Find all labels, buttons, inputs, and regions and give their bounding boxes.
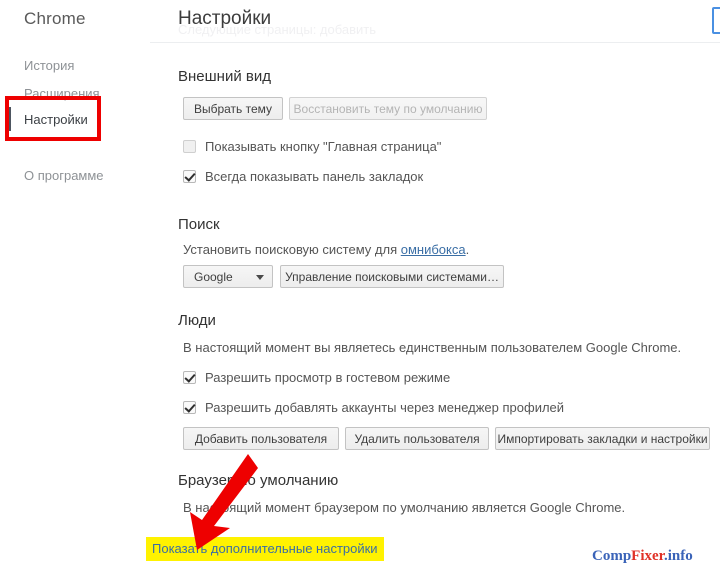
page-title: Настройки [178,8,272,29]
sidebar-item-label: О программе [24,167,104,183]
guest-browsing-row[interactable]: Разрешить просмотр в гостевом режиме [183,370,450,385]
search-description-suffix: . [465,242,470,257]
search-description-prefix: Установить поисковую систему для [183,242,401,257]
manage-search-engines-button[interactable]: Управление поисковыми системами… [280,265,504,288]
search-engine-description: Установить поисковую систему для омнибок… [183,242,469,257]
chrome-brand-title: Chrome [24,9,86,28]
import-bookmarks-settings-button[interactable]: Импортировать закладки и настройки [495,427,710,450]
watermark-part-2: Fixer [631,548,664,564]
sidebar-item-history[interactable]: История [0,52,150,78]
checkbox-show-home-button[interactable] [183,140,196,153]
delete-user-button[interactable]: Удалить пользователя [345,427,489,450]
guest-browsing-label: Разрешить просмотр в гостевом режиме [205,370,451,385]
add-accounts-label: Разрешить добавлять аккаунты через менед… [205,400,565,415]
import-bookmarks-settings-button-label: Импортировать закладки и настройки [497,431,708,446]
section-title-search: Поиск [178,216,220,233]
people-description: В настоящий момент вы являетесь единстве… [183,340,682,355]
show-home-button-row[interactable]: Показывать кнопку "Главная страница" [183,139,441,154]
checkbox-guest-browsing[interactable] [183,371,196,384]
show-home-button-label: Показывать кнопку "Главная страница" [205,139,442,154]
add-user-button[interactable]: Добавить пользователя [183,427,339,450]
search-engine-selected-value: Google [194,269,233,284]
reset-theme-button: Восстановить тему по умолчанию [289,97,487,120]
section-title-appearance: Внешний вид [178,68,271,85]
chevron-down-icon [256,275,264,280]
reset-theme-button-label: Восстановить тему по умолчанию [293,101,483,116]
watermark-part-3: .info [663,548,693,564]
checkbox-add-accounts[interactable] [183,401,196,414]
section-title-people: Люди [178,312,216,329]
choose-theme-button-label: Выбрать тему [193,101,273,116]
sidebar-item-about[interactable]: О программе [0,162,150,188]
omnibox-link[interactable]: омнибокса [401,242,466,257]
chrome-settings-page: Chrome История Расширения Настройки О пр… [0,0,720,569]
search-engine-select[interactable]: Google [183,265,273,288]
settings-search-input[interactable] [712,7,720,34]
add-accounts-row[interactable]: Разрешить добавлять аккаунты через менед… [183,400,564,415]
header-divider [150,42,720,43]
annotation-red-rectangle [5,96,101,141]
annotation-arrow-icon [190,454,258,550]
sidebar-item-label: История [24,57,75,73]
delete-user-button-label: Удалить пользователя [354,431,480,446]
show-bookmarks-bar-label: Всегда показывать панель закладок [205,169,424,184]
show-bookmarks-bar-row[interactable]: Всегда показывать панель закладок [183,169,423,184]
watermark-part-1: Comp [592,548,632,564]
site-watermark: CompFixer.info [592,548,693,565]
settings-sidebar: Chrome История Расширения Настройки О пр… [0,0,150,569]
add-user-button-label: Добавить пользователя [194,431,328,446]
manage-search-engines-button-label: Управление поисковыми системами… [285,269,499,284]
choose-theme-button[interactable]: Выбрать тему [183,97,283,120]
checkbox-show-bookmarks-bar[interactable] [183,170,196,183]
